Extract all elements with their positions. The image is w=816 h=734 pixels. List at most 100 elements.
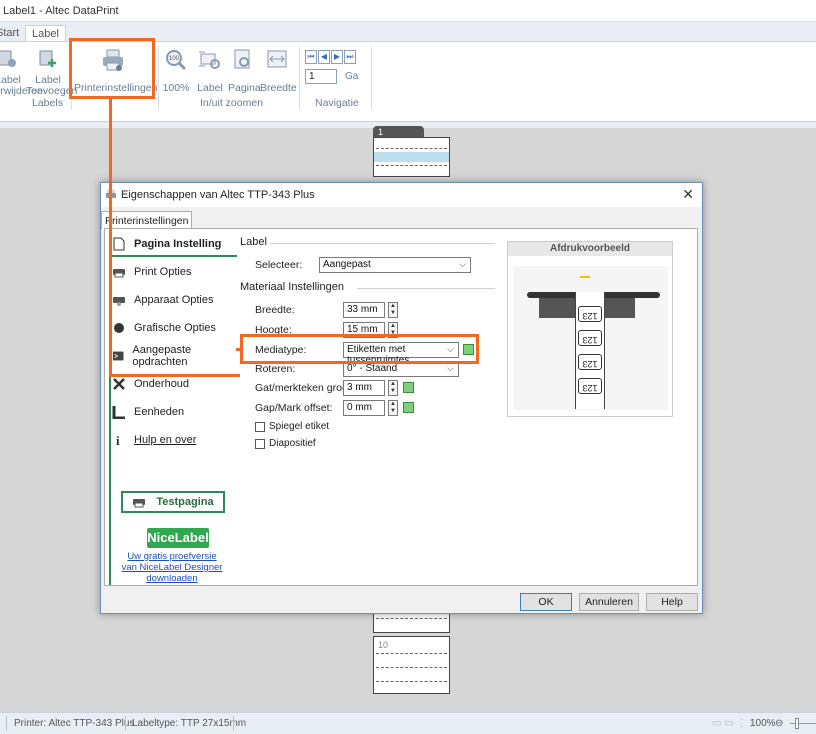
zoom-page-icon bbox=[234, 49, 250, 69]
height-field[interactable]: 15 mm bbox=[343, 322, 385, 338]
nav-item-maintenance[interactable]: Onderhoud bbox=[112, 374, 189, 394]
height-label: Hoogte: bbox=[255, 324, 292, 336]
page-tab[interactable]: 1 bbox=[373, 126, 424, 137]
printer-small-icon bbox=[106, 189, 116, 198]
led-icon bbox=[580, 276, 590, 278]
chevron-down-icon: ⌵ bbox=[447, 363, 454, 373]
gap-size-field[interactable]: 3 mm bbox=[343, 380, 385, 396]
go-button[interactable]: Ga bbox=[345, 71, 358, 82]
prev-page-icon[interactable]: ◀ bbox=[318, 50, 330, 64]
tab-start[interactable]: Start bbox=[0, 25, 25, 42]
nav-item-device-options[interactable]: Apparaat Opties bbox=[112, 290, 214, 310]
ribbon-separator bbox=[371, 46, 372, 110]
test-page-button[interactable]: Testpagina bbox=[121, 491, 225, 513]
nav-item-page-setup[interactable]: Pagina Instelling bbox=[112, 234, 221, 254]
height-spinner[interactable]: ▲ ▼ bbox=[388, 322, 398, 338]
nav-item-help-about[interactable]: i Hulp en over bbox=[112, 430, 196, 450]
svg-text:i: i bbox=[116, 433, 120, 447]
nav-item-print-options[interactable]: Print Opties bbox=[112, 262, 191, 282]
printer-properties-dialog: Eigenschappen van Altec TTP-343 Plus ✕ P… bbox=[100, 182, 703, 614]
label-strip: 123 123 123 123 bbox=[575, 292, 605, 409]
preview-area: 123 123 123 123 bbox=[513, 266, 668, 410]
zoom-width-button[interactable]: Breedte bbox=[260, 48, 297, 94]
zoom-page-button[interactable]: Pagina bbox=[228, 48, 261, 94]
status-zoom: 100% bbox=[750, 718, 776, 729]
mediatype-label: Mediatype: bbox=[255, 344, 307, 356]
dialog-title: Eigenschappen van Altec TTP-343 Plus bbox=[121, 189, 315, 201]
tab-printer-settings[interactable]: Printerinstellingen bbox=[101, 211, 193, 229]
printer-icon bbox=[103, 49, 123, 71]
first-page-icon[interactable]: ⏮ bbox=[305, 50, 317, 64]
rotate-dropdown[interactable]: 0° - Staand ⌵ bbox=[343, 361, 459, 377]
last-page-icon[interactable]: ⏭ bbox=[344, 50, 356, 64]
printer-icon bbox=[133, 499, 146, 508]
zoom-100-icon: 100 bbox=[166, 50, 187, 71]
ribbon-tabs: Start Label bbox=[0, 22, 816, 42]
width-spinner[interactable]: ▲ ▼ bbox=[388, 302, 398, 318]
status-labeltype: Labeltype: TTP 27x15mm bbox=[132, 718, 247, 729]
ribbon-separator bbox=[71, 46, 72, 110]
ribbon-separator bbox=[158, 46, 159, 110]
gap-size-spinner[interactable]: ▲ ▼ bbox=[388, 380, 398, 396]
page-number-input[interactable]: 1 bbox=[305, 69, 337, 84]
negative-checkbox[interactable] bbox=[255, 439, 265, 449]
chevron-down-icon: ⌵ bbox=[447, 344, 454, 354]
chevron-down-icon: ⌵ bbox=[459, 259, 466, 269]
green-status-icon bbox=[463, 344, 474, 355]
mirror-checkbox[interactable] bbox=[255, 422, 265, 432]
group-navigation: Navigatie bbox=[315, 97, 359, 109]
label-page[interactable]: 10 bbox=[373, 636, 450, 694]
nav-item-graphics-options[interactable]: Grafische Opties bbox=[112, 318, 216, 338]
negative-label: Diapositief bbox=[269, 438, 316, 449]
cancel-button[interactable]: Annuleren bbox=[579, 593, 639, 611]
zoom-slider-handle[interactable] bbox=[795, 718, 799, 729]
printer-settings-button[interactable]: Printerinstellingen bbox=[74, 48, 157, 94]
nicelabel-promo-link[interactable]: Uw gratis proefversie van NiceLabel Desi… bbox=[119, 551, 225, 584]
help-button[interactable]: Help bbox=[646, 593, 698, 611]
ribbon: Label Verwijderen Label Toevoegen Labels… bbox=[0, 41, 816, 122]
zoom-out-icon[interactable]: ⊖ bbox=[775, 718, 783, 729]
print-preview: Afdrukvoorbeeld 123 123 123 123 bbox=[507, 241, 673, 417]
label-page[interactable] bbox=[373, 137, 450, 177]
width-field[interactable]: 33 mm bbox=[343, 302, 385, 318]
mediatype-dropdown[interactable]: Etiketten met tussenruimtes ⌵ bbox=[343, 342, 459, 366]
commands-icon bbox=[112, 351, 124, 361]
green-status-icon bbox=[403, 402, 414, 413]
graphics-icon bbox=[114, 323, 124, 333]
svg-text:100: 100 bbox=[169, 56, 180, 62]
ok-button[interactable]: OK bbox=[520, 593, 572, 611]
ruler-icon bbox=[112, 406, 125, 419]
rotate-label: Roteren: bbox=[255, 363, 296, 375]
zoom-label-button[interactable]: Label bbox=[195, 48, 225, 94]
zoom-100-button[interactable]: 100 100% bbox=[161, 48, 191, 94]
green-status-icon bbox=[403, 382, 414, 393]
label-add-button[interactable]: Label Toevoegen bbox=[26, 48, 77, 97]
gap-offset-field[interactable]: 0 mm bbox=[343, 400, 385, 416]
tab-label[interactable]: Label bbox=[25, 25, 66, 42]
gap-offset-spinner[interactable]: ▲ ▼ bbox=[388, 400, 398, 416]
dialog-body: Pagina Instelling Print Opties Apparaat … bbox=[104, 228, 698, 586]
gap-offset-label: Gap/Mark offset: bbox=[255, 402, 333, 414]
ribbon-separator bbox=[299, 46, 300, 110]
navigation-buttons: ⏮ ◀ ▶ ⏭ bbox=[305, 50, 356, 64]
zoom-slider[interactable] bbox=[790, 723, 816, 724]
group-zoom: In/uit zoomen bbox=[200, 97, 264, 109]
device-icon bbox=[113, 297, 125, 306]
nav-item-custom-commands[interactable]: Aangepaste opdrachten bbox=[112, 344, 236, 368]
label-gear-icon bbox=[0, 50, 16, 67]
label-delete-button[interactable]: Label Verwijderen bbox=[0, 48, 43, 97]
status-printer: Printer: Altec TTP-343 Plus bbox=[14, 718, 135, 729]
preview-title: Afdrukvoorbeeld bbox=[508, 242, 672, 256]
nav-item-units[interactable]: Eenheden bbox=[112, 402, 184, 422]
close-icon[interactable]: ✕ bbox=[682, 186, 694, 203]
width-label: Breedte: bbox=[255, 304, 295, 316]
zoom-label-icon bbox=[199, 51, 220, 69]
info-icon: i bbox=[116, 433, 120, 447]
select-label: Selecteer: bbox=[255, 259, 303, 271]
window-title: Label1 - Altec DataPrint bbox=[0, 0, 816, 22]
label-select-dropdown[interactable]: Aangepast ⌵ bbox=[319, 257, 471, 273]
tools-icon bbox=[113, 378, 125, 390]
printer-icon bbox=[113, 269, 125, 278]
group-labels: Labels bbox=[32, 97, 63, 109]
next-page-icon[interactable]: ▶ bbox=[331, 50, 343, 64]
